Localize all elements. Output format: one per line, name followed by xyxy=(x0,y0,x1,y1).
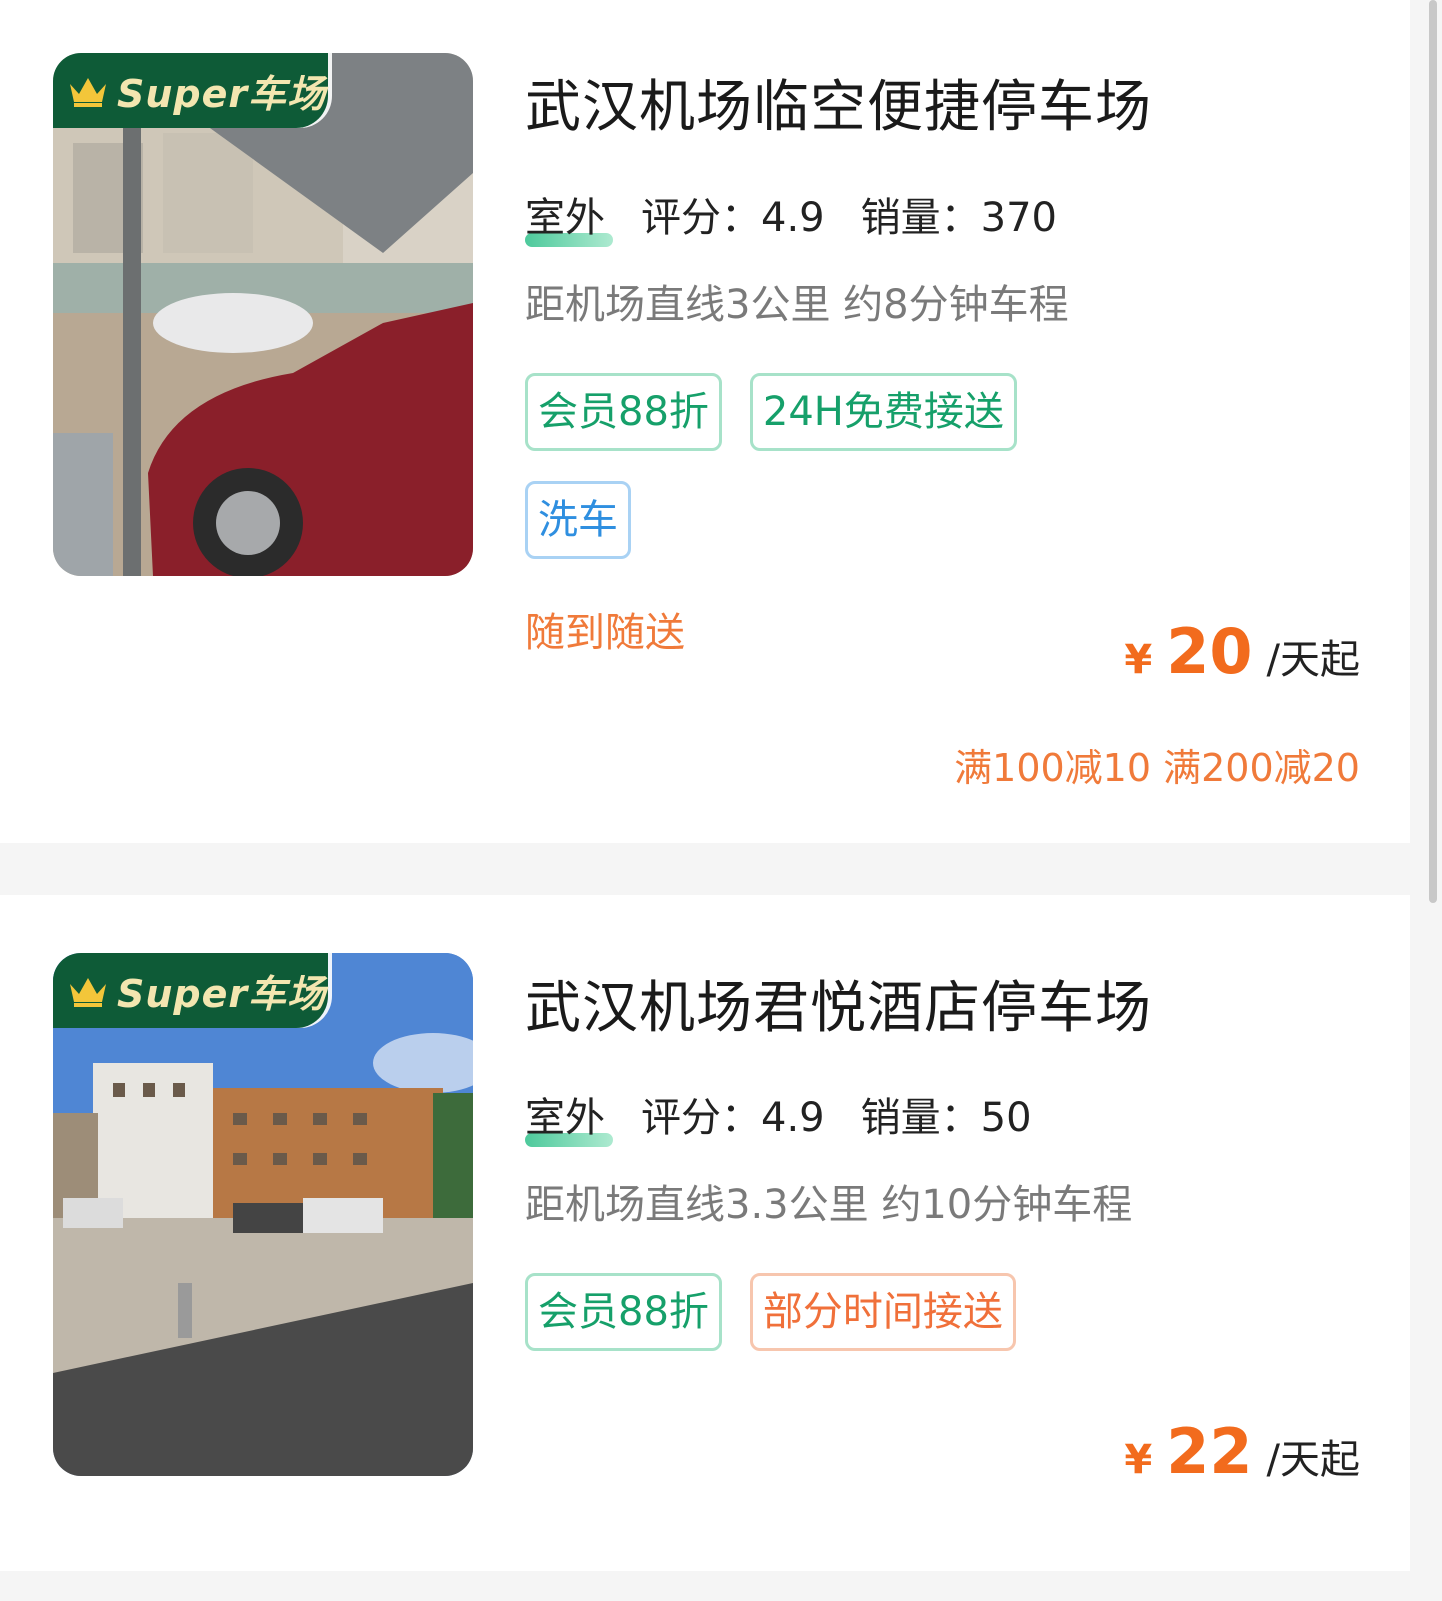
rating: 评分：4.9 xyxy=(641,195,825,241)
sales-count: 销量：370 xyxy=(860,195,1057,241)
parking-photo[interactable]: Super车场 xyxy=(53,53,473,576)
distance-info: 距机场直线3.3公里 约10分钟车程 xyxy=(525,1182,1133,1228)
crown-icon xyxy=(70,77,106,107)
listing-meta: 室外 评分：4.9 销量：50 xyxy=(525,1085,1068,1147)
currency-symbol: ¥ xyxy=(1124,1437,1153,1483)
price: ¥ 20 /天起 xyxy=(1124,615,1360,688)
super-lot-badge: Super车场 xyxy=(53,53,328,128)
parking-listing-card[interactable]: Super车场 武汉机场君悦酒店停车场 室外 评分：4.9 销量：50 距机场直… xyxy=(0,895,1410,1571)
currency-symbol: ¥ xyxy=(1124,637,1153,683)
tag-free-shuttle: 24H免费接送 xyxy=(749,373,1017,451)
promo-text: 满100减10 满200减20 xyxy=(954,746,1360,790)
price-unit: /天起 xyxy=(1266,637,1360,683)
price-value: 20 xyxy=(1166,615,1253,688)
price: ¥ 22 /天起 xyxy=(1124,1415,1360,1488)
scrollbar[interactable] xyxy=(1429,0,1437,903)
parking-listing-card[interactable]: Super车场 武汉机场临空便捷停车场 室外 评分：4.9 销量：370 距机场… xyxy=(0,0,1410,843)
sales-count: 销量：50 xyxy=(860,1095,1032,1141)
listing-title[interactable]: 武汉机场君悦酒店停车场 xyxy=(525,963,1152,1044)
price-value: 22 xyxy=(1166,1415,1253,1488)
listing-meta: 室外 评分：4.9 销量：370 xyxy=(525,185,1093,247)
parking-lot-image xyxy=(53,53,473,576)
tag-member-discount: 会员88折 xyxy=(525,1273,722,1351)
tag-list: 会员88折 24H免费接送 洗车 xyxy=(525,373,1085,559)
tag-member-discount: 会员88折 xyxy=(525,373,722,451)
pickup-note: 随到随送 xyxy=(525,610,685,656)
crown-icon xyxy=(70,977,106,1007)
super-lot-badge: Super车场 xyxy=(53,953,328,1028)
distance-info: 距机场直线3公里 约8分钟车程 xyxy=(525,282,1069,328)
badge-text: Super车场 xyxy=(117,72,327,116)
badge-text: Super车场 xyxy=(117,972,327,1016)
tag-list: 会员88折 部分时间接送 xyxy=(525,1273,1165,1351)
location-type: 室外 xyxy=(525,185,613,247)
parking-lot-image xyxy=(53,953,473,1476)
price-unit: /天起 xyxy=(1266,1437,1360,1483)
parking-photo[interactable]: Super车场 xyxy=(53,953,473,1476)
tag-car-wash: 洗车 xyxy=(525,481,631,559)
tag-partial-shuttle: 部分时间接送 xyxy=(749,1273,1016,1351)
location-type: 室外 xyxy=(525,1085,613,1147)
listing-title[interactable]: 武汉机场临空便捷停车场 xyxy=(525,62,1152,143)
rating: 评分：4.9 xyxy=(641,1095,825,1141)
